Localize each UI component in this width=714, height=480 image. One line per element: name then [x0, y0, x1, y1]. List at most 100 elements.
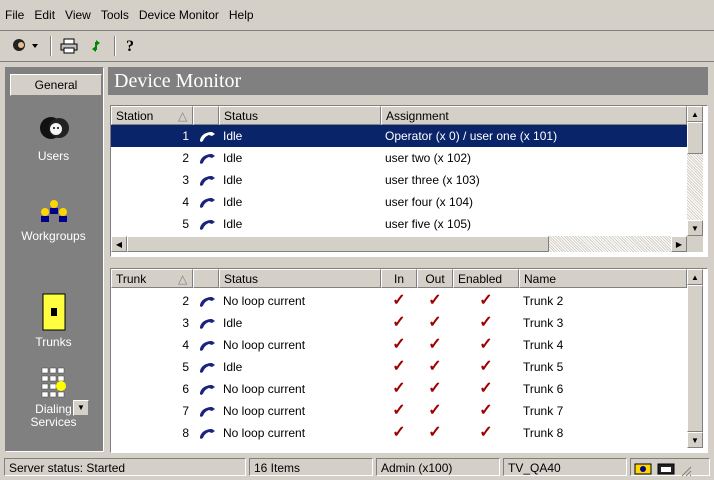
trunk-number: 8: [182, 426, 189, 440]
left-pane-scroll-down-button[interactable]: ▼: [73, 400, 89, 416]
general-tab[interactable]: General: [10, 74, 102, 96]
phone-icon: [200, 341, 215, 351]
scroll-right-button[interactable]: ▶: [671, 236, 687, 252]
in-check-icon: ✓: [392, 402, 406, 419]
users-status-icon: [634, 463, 652, 475]
nav-trunks-label: Trunks: [35, 335, 72, 349]
sort-ascending-icon: △: [178, 109, 188, 123]
in-check-icon: ✓: [392, 336, 406, 353]
trunk-name: Trunk 6: [523, 382, 564, 396]
scroll-down-button[interactable]: ▼: [687, 220, 703, 236]
col-assignment[interactable]: Assignment: [381, 106, 687, 125]
col-out[interactable]: Out: [417, 269, 453, 288]
phone-icon: [200, 176, 215, 186]
phone-icon: [200, 385, 215, 395]
enabled-check-icon: ✓: [479, 424, 493, 441]
nav-workgroups[interactable]: Workgroups: [5, 196, 102, 243]
nav-dialing-services[interactable]: Dialing Services ▼: [5, 366, 102, 446]
station-status: Idle: [223, 151, 243, 165]
station-assignment: user two (x 102): [385, 151, 472, 165]
trunk-row[interactable]: 3 Idle ✓ ✓ ✓ Trunk 3: [111, 312, 687, 334]
stations-horizontal-scrollbar[interactable]: ◀ ▶: [111, 236, 687, 252]
menu-file[interactable]: File: [0, 0, 29, 30]
scroll-up-button[interactable]: ▲: [687, 269, 703, 285]
phone-icon: [200, 198, 215, 208]
col-name[interactable]: Name: [519, 269, 687, 288]
resize-grip-icon[interactable]: [680, 465, 692, 477]
phone-icon: [200, 220, 215, 230]
trunks-vertical-scrollbar[interactable]: ▲ ▼: [687, 269, 703, 448]
trunk-row[interactable]: 7 No loop current ✓ ✓ ✓ Trunk 7: [111, 400, 687, 422]
station-number: 3: [182, 173, 189, 187]
enabled-check-icon: ✓: [479, 292, 493, 309]
trunk-row[interactable]: 4 No loop current ✓ ✓ ✓ Trunk 4: [111, 334, 687, 356]
station-assignment: user five (x 105): [385, 217, 472, 231]
out-check-icon: ✓: [428, 358, 442, 375]
out-check-icon: ✓: [428, 314, 442, 331]
menu-view[interactable]: View: [60, 0, 96, 30]
col-station-icon[interactable]: [193, 106, 219, 125]
h-scroll-thumb[interactable]: [127, 236, 549, 252]
station-status: Idle: [223, 217, 243, 231]
trunk-row[interactable]: 6 No loop current ✓ ✓ ✓ Trunk 6: [111, 378, 687, 400]
trunk-status: No loop current: [223, 294, 306, 308]
trunk-number: 3: [182, 316, 189, 330]
scroll-thumb[interactable]: [687, 122, 703, 154]
trunk-name: Trunk 3: [523, 316, 564, 330]
trunk-row[interactable]: 2 No loop current ✓ ✓ ✓ Trunk 2: [111, 290, 687, 312]
col-enabled[interactable]: Enabled: [453, 269, 519, 288]
in-check-icon: ✓: [392, 314, 406, 331]
station-row[interactable]: 1 Idle Operator (x 0) / user one (x 101): [111, 125, 687, 147]
user-dropdown-button[interactable]: [8, 35, 42, 57]
user-dropdown-icon: [13, 39, 38, 51]
menu-edit[interactable]: Edit: [29, 0, 60, 30]
in-check-icon: ✓: [392, 380, 406, 397]
col-station-status[interactable]: Status: [219, 106, 381, 125]
refresh-icon: [92, 40, 100, 52]
col-trunk[interactable]: Trunk △: [111, 269, 193, 288]
phone-icon: [200, 429, 215, 439]
station-assignment: Operator (x 0) / user one (x 101): [385, 129, 558, 143]
nav-workgroups-label: Workgroups: [21, 229, 86, 243]
station-number: 1: [182, 129, 189, 143]
trunk-row[interactable]: 5 Idle ✓ ✓ ✓ Trunk 5: [111, 356, 687, 378]
menu-device-monitor[interactable]: Device Monitor: [134, 0, 224, 30]
enabled-check-icon: ✓: [479, 402, 493, 419]
station-row[interactable]: 3 Idle user three (x 103): [111, 169, 687, 191]
station-row[interactable]: 5 Idle user five (x 105): [111, 213, 687, 235]
stations-rows: 1 Idle Operator (x 0) / user one (x 101) 2 I…: [111, 125, 687, 235]
trunk-number: 2: [182, 294, 189, 308]
scroll-left-button[interactable]: ◀: [111, 236, 127, 252]
stations-vertical-scrollbar[interactable]: ▲ ▼: [687, 106, 703, 236]
help-icon: ?: [126, 38, 134, 55]
print-button[interactable]: [58, 35, 80, 57]
trunk-name: Trunk 4: [523, 338, 564, 352]
station-row[interactable]: 2 Idle user two (x 102): [111, 147, 687, 169]
trunks-icon: [42, 293, 65, 331]
help-button[interactable]: ?: [120, 35, 142, 57]
col-in[interactable]: In: [381, 269, 417, 288]
stations-table: Station △ Status Assignment 1 Idle Operator…: [110, 105, 708, 257]
trunk-status: No loop current: [223, 338, 306, 352]
trunk-status: No loop current: [223, 426, 306, 440]
scroll-up-button[interactable]: ▲: [687, 106, 703, 122]
refresh-button[interactable]: [85, 35, 107, 57]
trunks-table: Trunk △ Status In Out Enabled Name 2 No lo…: [110, 268, 708, 453]
nav-users-label: Users: [37, 149, 70, 163]
scroll-thumb[interactable]: [687, 285, 703, 432]
col-station[interactable]: Station △: [111, 106, 193, 125]
nav-users[interactable]: Users: [5, 112, 102, 163]
trunk-name: Trunk 8: [523, 426, 564, 440]
scroll-down-button[interactable]: ▼: [687, 432, 703, 448]
in-check-icon: ✓: [392, 424, 406, 441]
col-trunk-status[interactable]: Status: [219, 269, 381, 288]
trunk-number: 5: [182, 360, 189, 374]
col-trunk-icon[interactable]: [193, 269, 219, 288]
nav-trunks[interactable]: Trunks: [5, 292, 102, 349]
trunk-row[interactable]: 8 No loop current ✓ ✓ ✓ Trunk 8: [111, 422, 687, 444]
menu-help[interactable]: Help: [224, 0, 259, 30]
menu-tools[interactable]: Tools: [96, 0, 134, 30]
out-check-icon: ✓: [428, 424, 442, 441]
station-row[interactable]: 4 Idle user four (x 104): [111, 191, 687, 213]
enabled-check-icon: ✓: [479, 358, 493, 375]
